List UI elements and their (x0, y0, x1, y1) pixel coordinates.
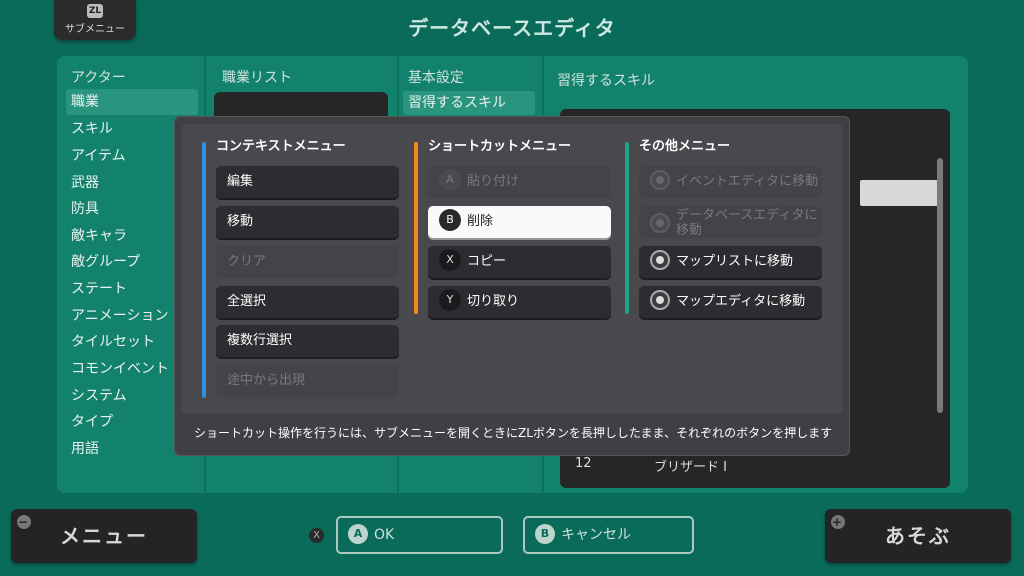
context-section-bar (202, 142, 206, 398)
shortcut-section-title: ショートカットメニュー (428, 139, 572, 154)
context-appear-midway-button[interactable]: 途中から出現 (216, 365, 399, 397)
shortcut-copy-button[interactable]: X コピー (428, 246, 611, 278)
goto-map-list-label: マップリストに移動 (676, 254, 794, 269)
basic-settings-heading: 基本設定 (408, 70, 464, 86)
context-clear-button[interactable]: クリア (216, 246, 399, 278)
context-move-button[interactable]: 移動 (216, 206, 399, 238)
context-select-all-button[interactable]: 全選択 (216, 286, 399, 318)
goto-event-editor-button[interactable]: イベントエディタに移動 (639, 166, 822, 198)
minus-icon: − (17, 515, 31, 529)
shortcut-cut-label: 切り取り (467, 294, 520, 309)
shortcut-delete-label: 削除 (467, 214, 494, 229)
skill-row-name: ブリザード I (654, 460, 727, 475)
goto-database-editor-label-line2: 移動 (676, 223, 703, 238)
goto-map-list-button[interactable]: マップリストに移動 (639, 246, 822, 278)
shortcut-paste-label: 貼り付け (467, 174, 520, 189)
plus-icon: + (831, 515, 845, 529)
context-multi-select-button[interactable]: 複数行選択 (216, 325, 399, 357)
context-section-title: コンテキストメニュー (216, 139, 346, 154)
a-key-icon: A (439, 169, 461, 191)
skills-heading: 習得するスキル (557, 73, 655, 89)
event-editor-icon (650, 170, 670, 190)
cancel-button[interactable]: B キャンセル (523, 516, 694, 554)
ok-button[interactable]: A OK (336, 516, 503, 554)
basic-item-learned-skills[interactable]: 習得するスキル (403, 91, 535, 115)
ok-button-label: OK (374, 527, 395, 543)
job-list-heading: 職業リスト (222, 70, 292, 86)
x-key-icon: X (309, 528, 324, 543)
menu-button[interactable]: − メニュー (11, 509, 197, 563)
skill-selected-row[interactable] (860, 180, 938, 206)
page-title: データベースエディタ (408, 16, 616, 40)
a-key-icon: A (348, 524, 368, 544)
play-button-label: あそぶ (885, 524, 951, 548)
shortcut-hint-text: ショートカット操作を行うには、サブメニューを開くときにZLボタンを長押ししたまま… (194, 426, 833, 440)
skill-list-scrollbar[interactable] (937, 158, 943, 413)
x-key-icon: X (439, 249, 461, 271)
b-key-icon: B (439, 209, 461, 231)
other-section-bar (625, 142, 629, 314)
other-section-title: その他メニュー (639, 139, 731, 154)
shortcut-copy-label: コピー (467, 254, 507, 269)
context-edit-button[interactable]: 編集 (216, 166, 399, 198)
goto-event-editor-label: イベントエディタに移動 (676, 174, 819, 189)
map-editor-icon (650, 290, 670, 310)
b-key-icon: B (535, 524, 555, 544)
y-key-icon: Y (439, 289, 461, 311)
sidebar-item-jobs[interactable]: 職業 (66, 89, 198, 115)
play-button[interactable]: + あそぶ (825, 509, 1011, 563)
database-editor-icon (650, 213, 670, 233)
goto-database-editor-button[interactable]: データベースエディタに 移動 (639, 206, 822, 238)
menu-button-label: メニュー (60, 524, 148, 548)
goto-map-editor-button[interactable]: マップエディタに移動 (639, 286, 822, 318)
goto-database-editor-label-line1: データベースエディタに (676, 208, 818, 223)
cancel-button-label: キャンセル (561, 527, 631, 543)
sidebar-heading[interactable]: アクター (71, 67, 126, 87)
map-list-icon (650, 250, 670, 270)
goto-map-editor-label: マップエディタに移動 (676, 294, 806, 309)
shortcut-cut-button[interactable]: Y 切り取り (428, 286, 611, 318)
submenu-body: コンテキストメニュー 編集 移動 クリア 全選択 複数行選択 途中から出現 ショ… (182, 124, 842, 414)
shortcut-delete-button[interactable]: B 削除 (428, 206, 611, 238)
skill-row-number: 12 (575, 456, 592, 471)
shortcut-paste-button[interactable]: A 貼り付け (428, 166, 611, 198)
shortcut-section-bar (414, 142, 418, 314)
submenu-dialog: コンテキストメニュー 編集 移動 クリア 全選択 複数行選択 途中から出現 ショ… (174, 116, 850, 456)
